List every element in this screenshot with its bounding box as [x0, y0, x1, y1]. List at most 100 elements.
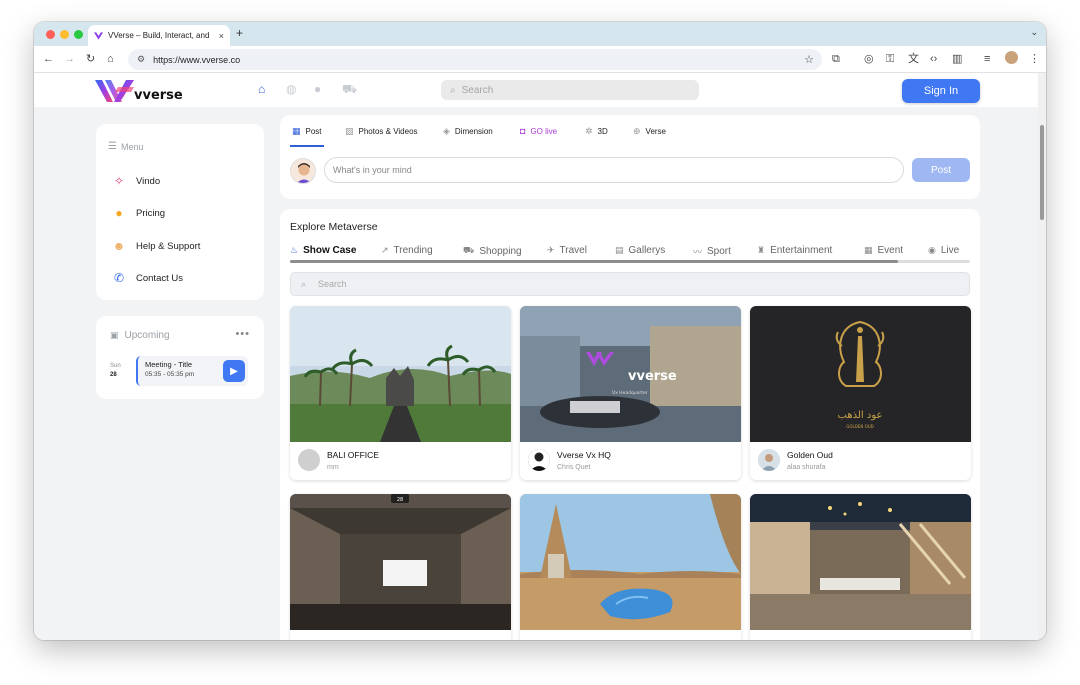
sidepanel-icon[interactable]: ▥	[952, 52, 962, 66]
gallery-icon: ▤	[615, 245, 624, 255]
active-tab-indicator	[290, 145, 324, 147]
tab-label: Photos & Videos	[358, 127, 418, 136]
menu-item-contact-us[interactable]: ✆ Contact Us	[110, 271, 183, 285]
world-card[interactable]	[520, 494, 741, 640]
category-sport[interactable]: 〰 Sport	[693, 245, 731, 258]
vverse-logo[interactable]: vverse	[94, 78, 183, 104]
category-gallerys[interactable]: ▤ Gallerys	[615, 245, 665, 256]
profile-avatar[interactable]	[1005, 51, 1018, 64]
world-card[interactable]: عود الذهب GOLDEN OUD Golden Oud alaa shu…	[750, 306, 971, 480]
category-event[interactable]: ▦ Event	[864, 245, 903, 256]
nav-explore-icon[interactable]: ◍	[286, 82, 296, 96]
devtools-code-icon[interactable]: ‹›	[930, 52, 937, 66]
browser-tab[interactable]: VVerse – Build, Interact, and ×	[88, 25, 230, 46]
nav-chat-icon[interactable]: ●	[314, 82, 321, 96]
post-button[interactable]: Post	[912, 158, 970, 182]
menu-title-label: Menu	[120, 141, 144, 152]
maximize-window-button[interactable]	[74, 30, 83, 39]
tab-label: 3D	[597, 127, 608, 136]
world-thumbnail: عود الذهب GOLDEN OUD	[750, 306, 971, 442]
page-scrollbar-thumb[interactable]	[1040, 125, 1044, 220]
forward-icon[interactable]: →	[64, 52, 75, 66]
more-options-icon[interactable]: •••	[235, 328, 250, 340]
tab-dimension[interactable]: ◈ Dimension	[443, 126, 493, 137]
tab-photos-videos[interactable]: ▨ Photos & Videos	[345, 126, 418, 137]
menu-item-label: Vindo	[136, 175, 161, 187]
bookmark-star-icon[interactable]: ☆	[804, 53, 814, 66]
gallery-badge-text: 28	[397, 497, 403, 503]
entertainment-icon: ♜	[757, 245, 766, 255]
post-composer: ▦ Post ▨ Photos & Videos ◈ Dimension ◘ G…	[280, 115, 980, 199]
category-live[interactable]: ◉ Live	[928, 245, 959, 256]
tab-3d[interactable]: ✲ 3D	[585, 126, 608, 137]
logo-text: vverse	[134, 88, 183, 103]
browser-menu-icon[interactable]: ⋮	[1029, 52, 1040, 66]
world-card[interactable]: vverse Vx Headquarter Vverse Vx HQ Chris…	[520, 306, 741, 480]
category-entertainment[interactable]: ♜ Entertainment	[757, 245, 832, 256]
menu-item-pricing[interactable]: ● Pricing	[110, 206, 165, 220]
video-call-button[interactable]: ▶	[223, 360, 245, 382]
explore-search-input[interactable]: ⌕ Search	[290, 272, 970, 296]
minimize-window-button[interactable]	[60, 30, 69, 39]
video-camera-icon: ▶	[230, 365, 238, 377]
menu-item-label: Help & Support	[136, 240, 201, 252]
tab-post[interactable]: ▦ Post	[292, 126, 322, 137]
translate-icon[interactable]: 文	[908, 52, 919, 66]
tab-label: Post	[305, 127, 322, 136]
site-info-icon[interactable]: ⚙	[137, 54, 145, 65]
category-label: Event	[877, 245, 904, 256]
tab-search-chevron-icon[interactable]: ⌄	[1030, 27, 1038, 38]
url-text: https://www.vverse.co	[153, 54, 241, 65]
close-window-button[interactable]	[46, 30, 55, 39]
explore-search-placeholder: Search	[318, 279, 347, 289]
password-key-icon[interactable]: ⚿	[886, 52, 894, 66]
header-search-input[interactable]: ⌕ Search	[441, 80, 699, 100]
category-trending[interactable]: ↗ Trending	[381, 245, 433, 256]
cart-icon: ⛟	[463, 245, 475, 255]
live-tv-icon: ◘	[520, 126, 526, 136]
menu-item-help-support[interactable]: ☻ Help & Support	[110, 239, 201, 253]
creator-avatar	[298, 449, 320, 471]
category-travel[interactable]: ✈ Travel	[547, 245, 587, 256]
world-author: mm	[327, 464, 339, 471]
creator-photo-icon	[758, 449, 780, 471]
sign-in-button[interactable]: Sign In	[902, 79, 980, 103]
extensions-icon[interactable]: ⧉	[832, 52, 840, 66]
creator-avatar	[528, 449, 550, 471]
nav-home-icon[interactable]: ⌂	[258, 82, 265, 96]
world-card[interactable]: BALI OFFICE mm	[290, 306, 511, 480]
world-thumbnail: 28	[290, 494, 511, 630]
post-text-input[interactable]: What's in your mind	[324, 157, 904, 183]
world-thumbnail	[750, 494, 971, 630]
golden-oud-arabic-text: عود الذهب	[838, 410, 883, 421]
upcoming-title-label: Upcoming	[124, 330, 170, 341]
header-search-placeholder: Search	[461, 84, 494, 96]
category-label: Shopping	[479, 245, 522, 257]
category-scroll-thumb[interactable]	[290, 260, 898, 263]
user-avatar[interactable]	[290, 158, 316, 184]
tab-verse[interactable]: ⊕ Verse	[633, 126, 666, 137]
world-card[interactable]: 28	[290, 494, 511, 640]
golden-oud-text: GOLDEN OUD	[846, 424, 874, 429]
tab-close-icon[interactable]: ×	[219, 31, 224, 41]
event-calendar-icon: ▦	[864, 245, 873, 255]
incognito-icon[interactable]: ◎	[864, 52, 874, 66]
category-show-case[interactable]: ♨ Show Case	[290, 245, 356, 256]
world-thumbnail	[290, 306, 511, 442]
reload-icon[interactable]: ↻	[86, 52, 95, 66]
page-scrollbar[interactable]	[1038, 73, 1046, 640]
back-icon[interactable]: ←	[43, 52, 54, 66]
world-author: Chris Quet	[557, 464, 591, 471]
reading-list-icon[interactable]: ≡	[984, 52, 990, 66]
tab-go-live[interactable]: ◘ GO live	[520, 126, 557, 136]
address-bar[interactable]: ⚙ https://www.vverse.co ☆	[128, 49, 822, 70]
creator-avatar	[758, 449, 780, 471]
home-icon[interactable]: ⌂	[107, 52, 114, 66]
category-label: Entertainment	[770, 245, 833, 256]
menu-item-vindo[interactable]: ✧ Vindo	[110, 174, 160, 188]
new-tab-button[interactable]: +	[236, 26, 243, 40]
world-card[interactable]	[750, 494, 971, 640]
category-shopping[interactable]: ⛟ Shopping	[463, 245, 522, 257]
nav-cart-icon[interactable]: ⛟	[342, 82, 357, 98]
pricing-icon: ●	[115, 206, 123, 220]
